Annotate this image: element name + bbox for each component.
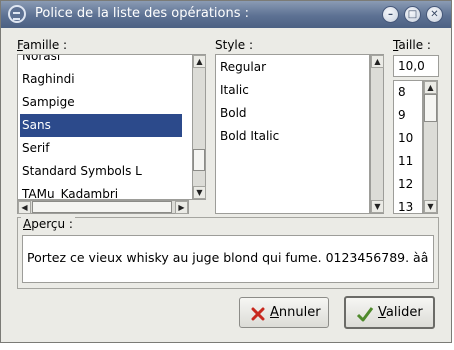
- scroll-up-icon[interactable]: ▲: [424, 81, 437, 94]
- style-item[interactable]: Bold: [218, 102, 247, 125]
- scroll-down-icon[interactable]: ▼: [424, 200, 437, 213]
- style-vscrollbar[interactable]: ▲ ▼: [370, 54, 384, 214]
- preview-text[interactable]: Portez ce vieux whisky au juge blond qui…: [22, 235, 434, 283]
- style-label: Style :: [215, 38, 253, 52]
- scroll-down-icon[interactable]: ▼: [371, 200, 384, 213]
- family-vscrollbar[interactable]: ▲ ▼: [192, 54, 206, 200]
- family-item[interactable]: Serif: [20, 137, 180, 160]
- preview-label: Aperçu :: [21, 217, 75, 231]
- font-dialog: Police de la liste des opérations : – □ …: [0, 0, 452, 343]
- cancel-x-icon: [250, 304, 266, 333]
- size-vscrollbar[interactable]: ▲ ▼: [423, 80, 438, 214]
- style-item[interactable]: Italic: [218, 79, 249, 102]
- family-item[interactable]: Raghindi: [20, 68, 180, 91]
- ok-button[interactable]: Valider: [344, 296, 435, 329]
- family-hscrollbar[interactable]: ◀ ▶: [17, 200, 189, 214]
- window-title: Police de la liste des opérations :: [35, 6, 250, 21]
- app-logo-icon: [8, 5, 26, 23]
- size-item[interactable]: 9: [396, 104, 406, 127]
- style-item[interactable]: Bold Italic: [218, 125, 279, 148]
- close-icon[interactable]: ✕: [426, 6, 443, 23]
- cancel-button[interactable]: Annuler: [239, 297, 329, 328]
- family-list[interactable]: Norasi Raghindi Sampige Sans Serif Stand…: [17, 54, 193, 200]
- ok-check-icon: [356, 304, 374, 333]
- scroll-thumb[interactable]: [424, 94, 437, 122]
- style-list[interactable]: Regular Italic Bold Bold Italic: [215, 54, 370, 214]
- size-list[interactable]: 8 9 10 11 12 13: [393, 80, 423, 214]
- style-item[interactable]: Regular: [218, 56, 266, 79]
- size-item[interactable]: 8: [396, 81, 406, 104]
- family-item-selected[interactable]: Sans: [20, 114, 182, 137]
- ok-button-label: Valider: [378, 305, 423, 320]
- size-label: Taille :: [393, 38, 431, 52]
- scroll-right-icon[interactable]: ▶: [175, 201, 188, 214]
- family-item[interactable]: Sampige: [20, 91, 180, 114]
- family-item[interactable]: TAMu_Kadambri: [20, 183, 180, 199]
- size-item[interactable]: 13: [396, 196, 413, 213]
- scroll-down-icon[interactable]: ▼: [193, 186, 206, 199]
- family-item[interactable]: Norasi: [20, 55, 180, 68]
- scroll-up-icon[interactable]: ▲: [193, 55, 206, 68]
- maximize-icon[interactable]: □: [404, 6, 421, 23]
- scroll-up-icon[interactable]: ▲: [371, 55, 384, 68]
- title-bar[interactable]: Police de la liste des opérations : – □ …: [1, 1, 451, 28]
- scroll-left-icon[interactable]: ◀: [18, 201, 31, 214]
- minimize-icon[interactable]: –: [382, 6, 399, 23]
- scroll-thumb[interactable]: [32, 201, 172, 213]
- size-item[interactable]: 12: [396, 173, 413, 196]
- size-item[interactable]: 10: [396, 127, 413, 150]
- size-input[interactable]: 10,0: [393, 55, 439, 77]
- family-label: Famille :: [17, 38, 68, 52]
- scroll-thumb[interactable]: [193, 149, 205, 171]
- cancel-button-label: Annuler: [270, 305, 321, 320]
- family-item[interactable]: Standard Symbols L: [20, 160, 180, 183]
- size-item[interactable]: 11: [396, 150, 413, 173]
